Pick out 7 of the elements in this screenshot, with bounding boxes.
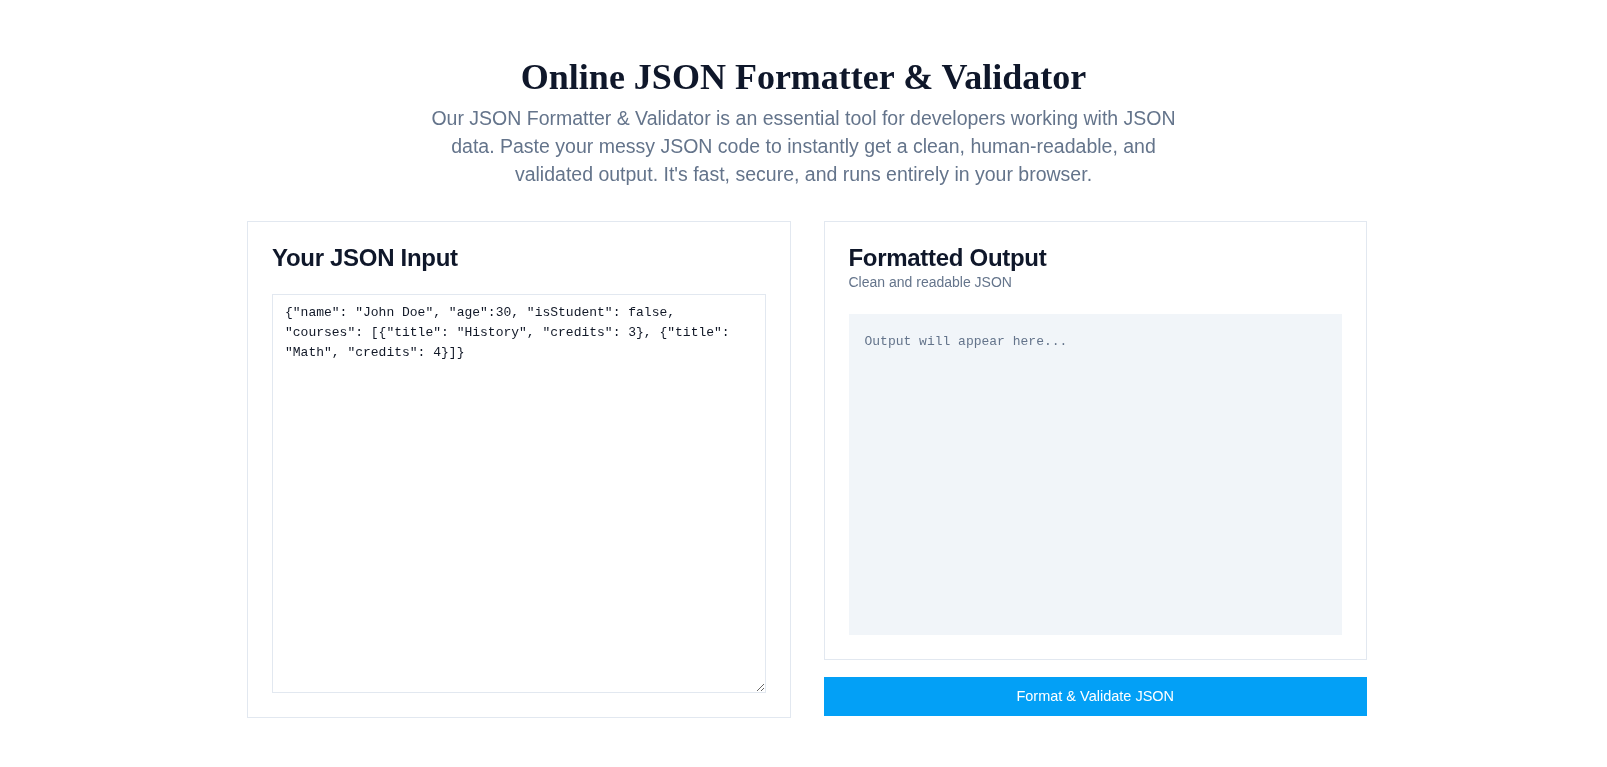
card-title: Formatted Output: [848, 244, 1048, 272]
output-field[interactable]: Output will appear here...: [848, 314, 1342, 635]
page-description: Our JSON Formatter & Validator is an essential tool for developers working with JSON data. Paste your messy JSON code to instantly get a clean, human-readable, and validated output. It's fast, secure, and runs entirely in your browser.: [430, 106, 1177, 187]
card-subtitle: Clean and readable JSON: [848, 273, 1013, 292]
json-input-field[interactable]: {"name": "John Doe", "age":30, "isStudent": false, "courses": [{"title": "History", "credits": 3}, {"title": "Math", "credits": 4}]}: [272, 294, 766, 693]
card-title: Your JSON Input: [272, 244, 459, 272]
page-title: Online JSON Formatter & Validator: [520, 56, 1087, 99]
